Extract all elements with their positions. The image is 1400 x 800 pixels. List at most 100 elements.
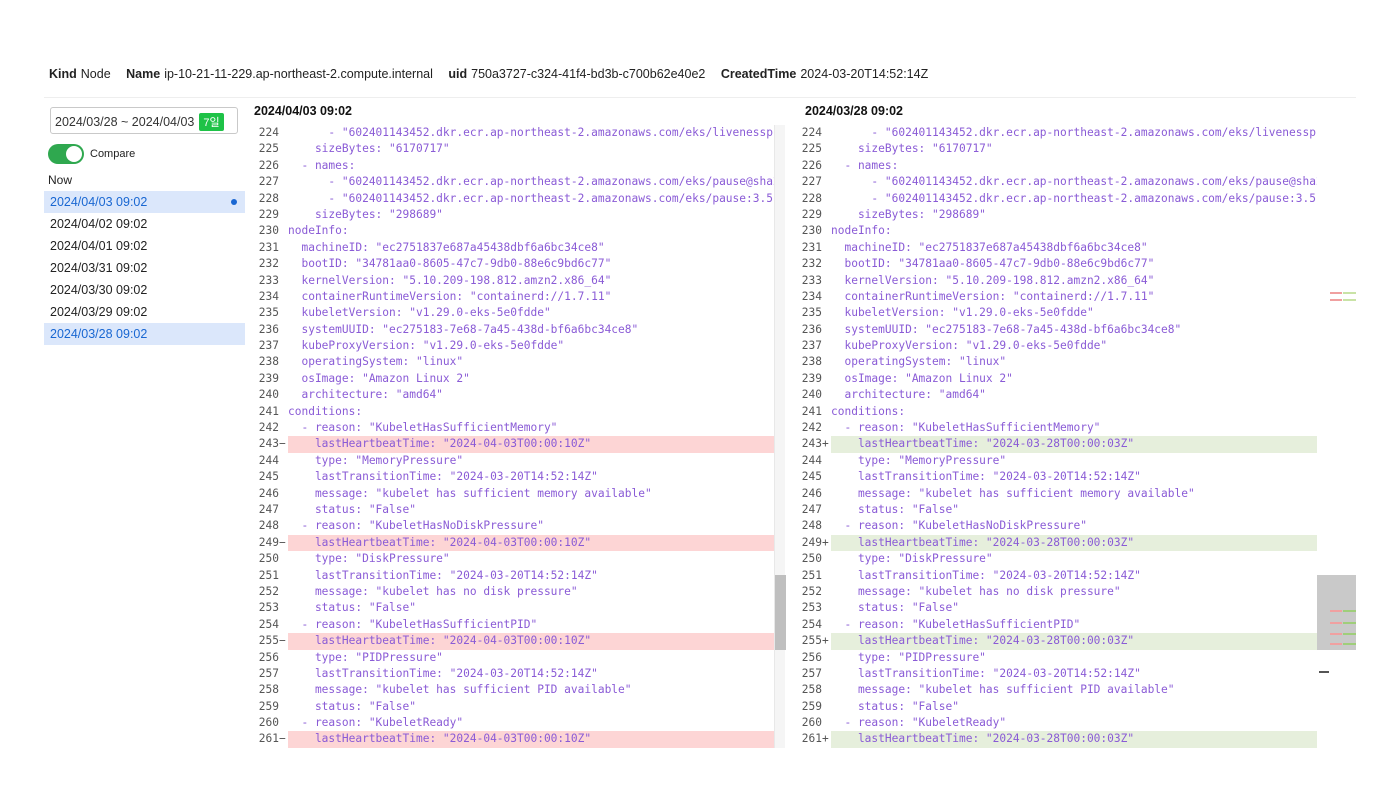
code-line: 258 message: "kubelet has sufficient PID… <box>245 682 774 698</box>
code-line: 234 containerRuntimeVersion: "containerd… <box>788 289 1317 305</box>
line-text: lastTransitionTime: "2024-03-20T14:52:14… <box>831 470 1141 484</box>
line-number: 239 <box>258 371 279 385</box>
diff-line-removed: 255− lastHeartbeatTime: "2024-04-03T00:0… <box>245 633 774 650</box>
left-scrollbar[interactable] <box>774 125 786 748</box>
left-code-view[interactable]: 224 - "602401143452.dkr.ecr.ap-northeast… <box>245 125 774 748</box>
line-text: message: "kubelet has sufficient memory … <box>831 486 1195 500</box>
line-text: lastTransitionTime: "2024-03-20T14:52:14… <box>288 568 598 582</box>
line-number: 245 <box>258 470 279 484</box>
snapshot-item[interactable]: 2024/04/01 09:02 <box>44 235 245 257</box>
line-text: message: "kubelet has no disk pressure" <box>831 584 1121 598</box>
line-text: - "602401143452.dkr.ecr.ap-northeast-2.a… <box>831 175 1317 189</box>
snapshot-item[interactable]: 2024/03/31 09:02 <box>44 257 245 279</box>
diff-line-added: 255 + lastHeartbeatTime: "2024-03-28T00:0… <box>788 633 1317 650</box>
code-line: 246 message: "kubelet has sufficient mem… <box>788 486 1317 502</box>
snapshot-label: 2024/03/29 09:02 <box>50 305 148 319</box>
code-line: 247 status: "False" <box>245 502 774 518</box>
line-number: 246 <box>258 486 279 500</box>
code-line: 229 sizeBytes: "298689" <box>245 207 774 223</box>
compare-toggle[interactable] <box>48 144 84 164</box>
code-line: 253 status: "False" <box>245 600 774 616</box>
line-text: bootID: "34781aa0-8605-47c7-9db0-88e6c9b… <box>288 257 612 271</box>
node-meta-bar: Kind Node Name ip-10-21-11-229.ap-northeas… <box>49 67 940 81</box>
snapshot-item[interactable]: 2024/04/02 09:02 <box>44 213 245 235</box>
line-text: message: "kubelet has no disk pressure" <box>288 584 578 598</box>
line-number: 251 <box>801 568 822 582</box>
code-line: 253 status: "False" <box>788 600 1317 616</box>
code-line: 232 bootID: "34781aa0-8605-47c7-9db0-88e… <box>788 256 1317 272</box>
created-label: CreatedTime <box>720 67 797 81</box>
range-days-badge: 7일 <box>199 113 224 131</box>
overview-del-mark <box>1330 610 1342 612</box>
overview-del-mark <box>1330 633 1342 635</box>
line-text: type: "MemoryPressure" <box>288 453 464 467</box>
code-line: 248 - reason: "KubeletHasNoDiskPressure" <box>245 518 774 534</box>
code-line: 241 conditions: <box>245 404 774 420</box>
left-scrollbar-thumb[interactable] <box>775 575 786 650</box>
line-number: 242 <box>801 421 822 435</box>
line-number: 258 <box>801 683 822 697</box>
snapshot-item[interactable]: 2024/03/30 09:02 <box>44 279 245 301</box>
overview-viewport[interactable] <box>1317 575 1356 650</box>
line-text: status: "False" <box>288 699 416 713</box>
line-text: kernelVersion: "5.10.209-198.812.amzn2.x… <box>288 273 612 287</box>
code-line: 251 lastTransitionTime: "2024-03-20T14:5… <box>788 568 1317 584</box>
uid-label: uid <box>448 67 468 81</box>
right-diff-pane: 2024/03/28 09:02 224 - "602401143452.dkr… <box>788 100 1318 748</box>
left-pane-title: 2024/04/03 09:02 <box>254 104 353 118</box>
diff-line-added: 249 + lastHeartbeatTime: "2024-03-28T00:0… <box>788 534 1317 552</box>
code-line: 239 osImage: "Amazon Linux 2" <box>245 371 774 387</box>
line-number: 257 <box>258 666 279 680</box>
diff-marker: − <box>279 535 286 549</box>
line-text: - reason: "KubeletHasSufficientPID" <box>831 617 1081 631</box>
now-item[interactable]: Now <box>48 173 72 187</box>
code-line: 224 - "602401143452.dkr.ecr.ap-northeast… <box>788 125 1317 141</box>
right-code-view[interactable]: 224 - "602401143452.dkr.ecr.ap-northeast… <box>788 125 1317 748</box>
overview-ins-mark <box>1343 299 1356 301</box>
code-line: 241 conditions: <box>788 404 1317 420</box>
line-text: - reason: "KubeletReady" <box>288 716 464 730</box>
snapshot-item[interactable]: 2024/03/28 09:02 <box>44 323 245 345</box>
line-number: 234 <box>801 289 822 303</box>
line-text: type: "DiskPressure" <box>831 552 993 566</box>
line-number: 228 <box>801 191 822 205</box>
code-line: 230 nodeInfo: <box>245 223 774 239</box>
line-text: sizeBytes: "6170717" <box>831 142 993 156</box>
name-value: ip-10-21-11-229.ap-northeast-2.compute.i… <box>164 67 433 81</box>
diff-overview-ruler[interactable] <box>1317 125 1356 748</box>
line-text: lastHeartbeatTime: "2024-04-03T00:00:10Z… <box>288 633 774 650</box>
line-number: 231 <box>258 240 279 254</box>
line-text: sizeBytes: "6170717" <box>288 142 450 156</box>
line-number: 229 <box>258 207 279 221</box>
code-line: 256 type: "PIDPressure" <box>245 650 774 666</box>
line-text: - names: <box>831 158 899 172</box>
line-text: status: "False" <box>288 502 416 516</box>
code-line: 225 sizeBytes: "6170717" <box>245 141 774 157</box>
diff-marker: − <box>279 732 286 746</box>
line-number: 225 <box>258 142 279 156</box>
code-line: 247 status: "False" <box>788 502 1317 518</box>
line-number: 256 <box>801 650 822 664</box>
line-text: type: "PIDPressure" <box>288 650 443 664</box>
code-line: 228 - "602401143452.dkr.ecr.ap-northeast… <box>788 191 1317 207</box>
line-text: lastTransitionTime: "2024-03-20T14:52:14… <box>831 568 1141 582</box>
line-text: kernelVersion: "5.10.209-198.812.amzn2.x… <box>831 273 1155 287</box>
overview-ins-mark <box>1343 643 1356 645</box>
line-number: 250 <box>801 552 822 566</box>
snapshot-item[interactable]: 2024/03/29 09:02 <box>44 301 245 323</box>
line-number: 228 <box>258 191 279 205</box>
line-text: lastTransitionTime: "2024-03-20T14:52:14… <box>831 666 1141 680</box>
snapshot-label: 2024/04/03 09:02 <box>50 195 148 209</box>
line-number: 225 <box>801 142 822 156</box>
line-number: 246 <box>801 486 822 500</box>
name-label: Name <box>126 67 161 81</box>
snapshot-item[interactable]: 2024/04/03 09:02 <box>44 191 245 213</box>
line-number: 241 <box>258 404 279 418</box>
line-number: 253 <box>801 601 822 615</box>
line-text: - reason: "KubeletHasNoDiskPressure" <box>288 519 544 533</box>
line-number: 231 <box>801 240 822 254</box>
line-number: 237 <box>258 339 279 353</box>
line-number: 229 <box>801 207 822 221</box>
date-range-picker[interactable]: 2024/03/28 ~ 2024/04/03 7일 <box>50 107 238 134</box>
line-text: lastTransitionTime: "2024-03-20T14:52:14… <box>288 666 598 680</box>
